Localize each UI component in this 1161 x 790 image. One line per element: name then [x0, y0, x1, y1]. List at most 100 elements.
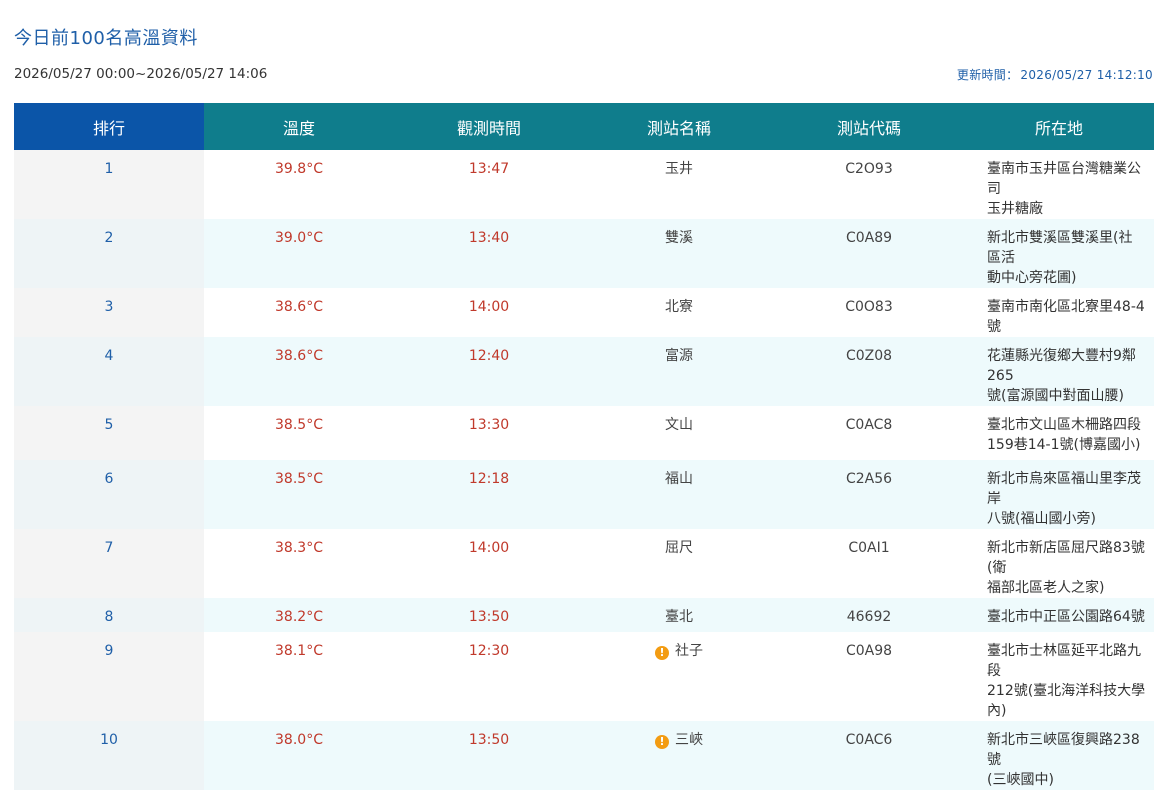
observation-time-value: 13:50 [468, 609, 510, 625]
location-cell: 新北市雙溪區雙溪里(社區活 動中心旁花圃) [964, 219, 1154, 288]
location-cell: 臺北市文山區木柵路四段 159巷14-1號(博嘉國小) [964, 406, 1154, 460]
location-line-2: 212號(臺北海洋科技大學內) [987, 683, 1146, 719]
temperature-cell: 39.0°C [204, 219, 394, 288]
column-header-station-name[interactable]: 測站名稱 [584, 103, 774, 150]
location-cell: 新北市新店區屈尺路83號(衛 福部北區老人之家) [964, 529, 1154, 598]
temperature-value: 38.2°C [275, 609, 323, 625]
location-cell: 新北市三峽區復興路238號 (三峽國中) [964, 721, 1154, 790]
temperature-cell: 38.6°C [204, 337, 394, 406]
station-name-cell: ! 社子 [584, 632, 774, 721]
location-cell: 臺北市中正區公園路64號 [964, 598, 1154, 632]
station-code-value: C0O83 [845, 299, 893, 315]
station-code-cell: C0AI1 [774, 529, 964, 598]
rank-value: 8 [104, 609, 114, 625]
high-temperature-table: 排行 溫度 觀測時間 測站名稱 測站代碼 所在地 1 39.8°C 13:47 玉井 C… [14, 103, 1154, 790]
location-line-1: 臺北市士林區延平北路九段 [987, 643, 1141, 679]
rank-cell: 1 [14, 150, 204, 219]
rank-cell: 8 [14, 598, 204, 632]
observation-time-cell: 13:50 [394, 598, 584, 632]
location-line-1: 新北市雙溪區雙溪里(社區活 [987, 230, 1133, 266]
temperature-cell: 38.2°C [204, 598, 394, 632]
station-name[interactable]: 文山 [665, 417, 693, 433]
station-name[interactable]: 社子 [675, 643, 703, 659]
observation-time-cell: 13:30 [394, 406, 584, 460]
station-name-cell: 文山 [584, 406, 774, 460]
observation-time-cell: 12:40 [394, 337, 584, 406]
station-code-value: C2A56 [845, 471, 893, 487]
station-code-cell: C0A89 [774, 219, 964, 288]
table-row: 7 38.3°C 14:00 屈尺 C0AI1 新北市新店區屈尺路83號(衛 福部北區老人之… [14, 529, 1154, 598]
station-name[interactable]: 富源 [665, 348, 693, 364]
station-name-cell: 屈尺 [584, 529, 774, 598]
station-name[interactable]: 玉井 [665, 161, 693, 177]
observation-time-cell: 14:00 [394, 529, 584, 598]
station-code-cell: C0AC8 [774, 406, 964, 460]
observation-time-cell: 12:18 [394, 460, 584, 529]
observation-time-cell: 13:40 [394, 219, 584, 288]
observation-time-value: 12:30 [468, 643, 510, 659]
rank-value: 9 [104, 643, 114, 659]
station-name[interactable]: 福山 [665, 471, 693, 487]
temperature-value: 38.0°C [275, 732, 323, 748]
page-title: 今日前100名高溫資料 [14, 28, 198, 49]
column-header-rank[interactable]: 排行 [14, 103, 204, 150]
station-name-cell: ! 三峽 [584, 721, 774, 790]
location-line-1: 花蓮縣光復鄉大豐村9鄰265 [987, 348, 1136, 384]
temperature-value: 38.3°C [275, 540, 323, 556]
location-cell: 臺南市玉井區台灣糖業公司 玉井糖廠 [964, 150, 1154, 219]
temperature-value: 38.5°C [275, 417, 323, 433]
date-range: 2026/05/27 00:00~2026/05/27 14:06 [14, 66, 268, 82]
temperature-cell: 38.5°C [204, 460, 394, 529]
station-name[interactable]: 雙溪 [665, 230, 693, 246]
station-code-value: C0A98 [845, 643, 893, 659]
rank-value: 6 [104, 471, 114, 487]
table-row: 1 39.8°C 13:47 玉井 C2O93 臺南市玉井區台灣糖業公司 玉井糖廠 [14, 150, 1154, 219]
exclamation-circle-icon[interactable]: ! [655, 646, 669, 660]
observation-time-value: 14:00 [468, 299, 510, 315]
rank-value: 4 [104, 348, 114, 364]
table-row: 2 39.0°C 13:40 雙溪 C0A89 新北市雙溪區雙溪里(社區活 動中心旁花圃) [14, 219, 1154, 288]
location-line-2: 福部北區老人之家) [987, 580, 1105, 596]
rank-cell: 6 [14, 460, 204, 529]
observation-time-value: 12:18 [468, 471, 510, 487]
temperature-cell: 38.6°C [204, 288, 394, 337]
location-cell: 臺北市士林區延平北路九段 212號(臺北海洋科技大學內) [964, 632, 1154, 721]
station-code-cell: 46692 [774, 598, 964, 632]
rank-value: 1 [104, 161, 114, 177]
station-name-cell: 臺北 [584, 598, 774, 632]
observation-time-value: 14:00 [468, 540, 510, 556]
update-time-label: 更新時間： [956, 68, 1019, 82]
column-header-temperature[interactable]: 溫度 [204, 103, 394, 150]
rank-cell: 5 [14, 406, 204, 460]
temperature-value: 38.6°C [275, 348, 323, 364]
temperature-value: 39.8°C [275, 161, 323, 177]
temperature-value: 38.5°C [275, 471, 323, 487]
station-code-value: 46692 [846, 609, 892, 625]
station-name-cell: 福山 [584, 460, 774, 529]
station-code-value: C2O93 [845, 161, 893, 177]
column-header-observation-time[interactable]: 觀測時間 [394, 103, 584, 150]
observation-time-value: 12:40 [468, 348, 510, 364]
station-code-value: C0A89 [845, 230, 893, 246]
station-code-cell: C2A56 [774, 460, 964, 529]
temperature-cell: 38.0°C [204, 721, 394, 790]
station-name[interactable]: 屈尺 [665, 540, 693, 556]
rank-value: 10 [100, 732, 118, 748]
table-row: 3 38.6°C 14:00 北寮 C0O83 臺南市南化區北寮里48-4號 [14, 288, 1154, 337]
column-header-station-code[interactable]: 測站代碼 [774, 103, 964, 150]
location-cell: 臺南市南化區北寮里48-4號 [964, 288, 1154, 337]
column-header-location[interactable]: 所在地 [964, 103, 1154, 150]
station-name-cell: 雙溪 [584, 219, 774, 288]
rank-cell: 4 [14, 337, 204, 406]
exclamation-circle-icon[interactable]: ! [655, 735, 669, 749]
location-cell: 花蓮縣光復鄉大豐村9鄰265 號(富源國中對面山腰) [964, 337, 1154, 406]
rank-cell: 10 [14, 721, 204, 790]
station-name[interactable]: 臺北 [665, 609, 693, 625]
station-code-value: C0AI1 [848, 540, 890, 556]
station-name[interactable]: 北寮 [665, 299, 693, 315]
station-name[interactable]: 三峽 [675, 732, 703, 748]
station-code-value: C0AC6 [845, 732, 893, 748]
table-row: 10 38.0°C 13:50! 三峽 C0AC6 新北市三峽區復興路238號 (三峽國中) [14, 721, 1154, 790]
location-line-1: 新北市三峽區復興路238號 [987, 732, 1140, 768]
rank-value: 3 [104, 299, 114, 315]
